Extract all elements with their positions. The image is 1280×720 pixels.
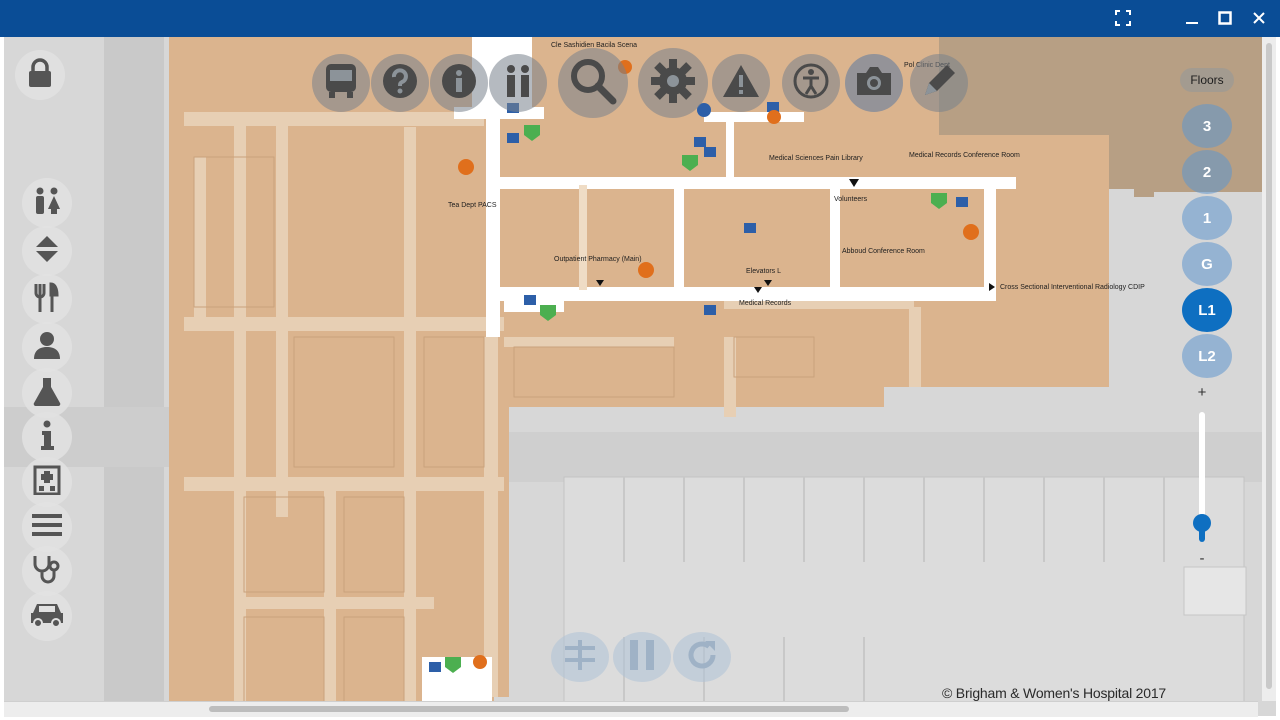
copyright-text: © Brigham & Women's Hospital 2017	[942, 685, 1167, 701]
zoom-slider-track[interactable]	[1193, 412, 1211, 542]
minimize-icon[interactable]	[1180, 6, 1204, 30]
food-icon	[34, 281, 60, 317]
replay-icon	[685, 638, 719, 677]
zoom-slider-thumb[interactable]	[1193, 513, 1211, 532]
search-icon	[568, 56, 618, 111]
camera-icon	[855, 65, 893, 102]
menu-icon	[32, 513, 62, 542]
floor-button-1[interactable]: 1	[1182, 196, 1232, 240]
camera-button[interactable]	[845, 54, 903, 112]
horizontal-scrollbar[interactable]	[4, 701, 1258, 717]
settings-icon	[648, 56, 698, 111]
map-label: Volunteers	[834, 196, 868, 203]
restroom-icon	[32, 187, 62, 220]
settings-button[interactable]	[638, 48, 708, 118]
info-toolbar-button[interactable]	[430, 54, 488, 112]
stethoscope-icon	[31, 554, 63, 589]
floor-button-3[interactable]: 3	[1182, 104, 1232, 148]
window-titlebar	[0, 0, 1280, 37]
help-button[interactable]	[371, 54, 429, 112]
info-button[interactable]	[22, 412, 72, 462]
lock-icon	[26, 57, 54, 93]
map-label: Elevators L	[746, 268, 781, 275]
accessibility-icon	[792, 62, 830, 105]
elevator-button[interactable]	[22, 226, 72, 276]
map-label: Medical Records Conference Room	[909, 152, 1020, 159]
lab-button[interactable]	[22, 368, 72, 418]
hospital-button[interactable]	[22, 457, 72, 507]
fullscreen-icon[interactable]	[1111, 6, 1135, 30]
lab-flask-icon	[32, 376, 62, 411]
map-label: Outpatient Pharmacy (Main)	[554, 256, 642, 263]
map-label: Cross Sectional Interventional Radiology…	[1000, 284, 1145, 291]
edit-button[interactable]	[910, 54, 968, 112]
person-icon	[32, 331, 62, 364]
map-label: Tea Dept PACS	[448, 202, 497, 209]
elevator-icon	[34, 234, 60, 269]
floor-button-l2[interactable]: L2	[1182, 334, 1232, 378]
stethoscope-button[interactable]	[22, 546, 72, 596]
zoom-out-button[interactable]: -	[1194, 550, 1210, 567]
horizontal-scroll-thumb[interactable]	[209, 706, 849, 712]
car-icon	[29, 601, 65, 632]
lock-button[interactable]	[15, 50, 65, 100]
zoom-in-button[interactable]: +	[1194, 384, 1210, 401]
edit-icon	[921, 63, 957, 104]
map-viewport[interactable]: Cle Sashidien Bacila Scena Pol Clinic De…	[4, 37, 1276, 716]
search-button[interactable]	[558, 48, 628, 118]
replay-button[interactable]	[673, 632, 731, 682]
bus-icon	[324, 62, 358, 105]
floor-map[interactable]: Cle Sashidien Bacila Scena Pol Clinic De…	[4, 37, 1276, 716]
floor-button-g[interactable]: G	[1182, 242, 1232, 286]
step-icon	[563, 638, 597, 677]
warning-icon	[722, 63, 760, 104]
map-label: Abboud Conference Room	[842, 248, 925, 255]
bus-button[interactable]	[312, 54, 370, 112]
map-label: Medical Records	[739, 300, 792, 307]
info-icon	[440, 62, 478, 105]
map-label: Medical Sciences Pain Library	[769, 155, 863, 162]
vertical-scroll-thumb[interactable]	[1266, 43, 1272, 689]
pause-icon	[627, 638, 657, 677]
info-icon	[40, 420, 54, 455]
hospital-building-icon	[33, 465, 61, 500]
menu-button[interactable]	[22, 502, 72, 552]
pause-button[interactable]	[613, 632, 671, 682]
close-icon[interactable]	[1247, 6, 1271, 30]
warning-button[interactable]	[712, 54, 770, 112]
restroom-button[interactable]	[22, 178, 72, 228]
maximize-icon[interactable]	[1213, 6, 1237, 30]
vertical-scrollbar[interactable]	[1262, 37, 1276, 701]
car-button[interactable]	[22, 591, 72, 641]
step-button[interactable]	[551, 632, 609, 682]
floor-button-l1[interactable]: L1	[1182, 288, 1232, 332]
food-button[interactable]	[22, 274, 72, 324]
floors-label: Floors	[1180, 68, 1234, 92]
restroom-toolbar-button[interactable]	[489, 54, 547, 112]
person-button[interactable]	[22, 322, 72, 372]
restroom-icon	[502, 64, 534, 103]
help-icon	[381, 62, 419, 105]
accessibility-button[interactable]	[782, 54, 840, 112]
floor-button-2[interactable]: 2	[1182, 150, 1232, 194]
